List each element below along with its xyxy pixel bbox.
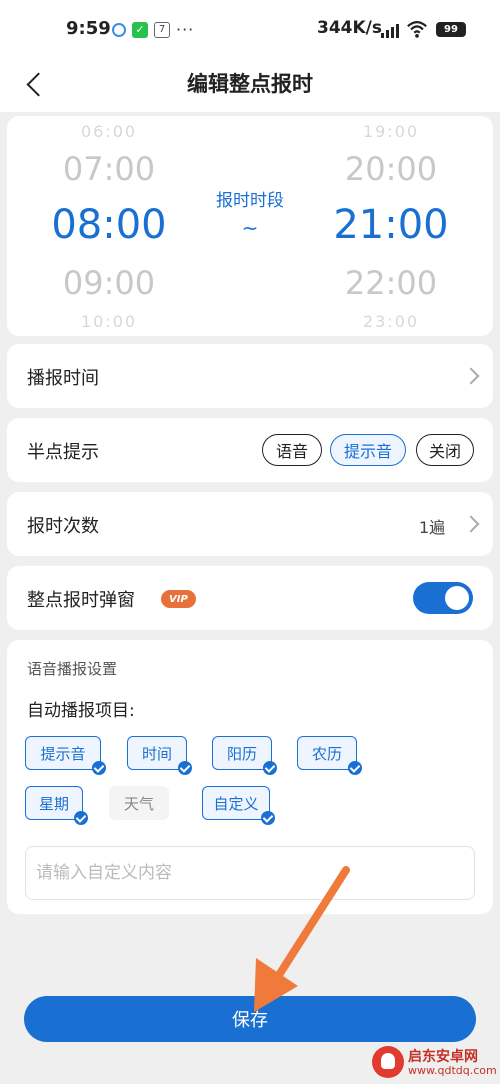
wheel-option[interactable]: 22:00	[311, 264, 471, 302]
section-title: 语音播报设置	[27, 660, 118, 678]
check-icon	[178, 761, 192, 775]
start-hour-selected[interactable]: 08:00	[29, 202, 189, 248]
check-icon	[92, 761, 106, 775]
chevron-right-icon	[462, 515, 480, 533]
option-tone[interactable]: 提示音	[330, 434, 406, 466]
calendar-icon: 7	[154, 21, 170, 38]
chip-label: 星期	[38, 794, 69, 813]
voice-settings-card: 语音播报设置 自动播报项目: 提示音 时间 阳历 农历 星期 天气 自定义	[7, 640, 493, 914]
check-icon	[348, 761, 362, 775]
option-off[interactable]: 关闭	[416, 434, 474, 466]
save-button[interactable]: 保存	[24, 996, 476, 1042]
end-hour-selected[interactable]: 21:00	[311, 202, 471, 248]
chip-time[interactable]: 时间	[127, 736, 192, 775]
check-icon	[74, 811, 88, 825]
chip-custom[interactable]: 自定义	[202, 786, 275, 825]
chip-solar[interactable]: 阳历	[212, 736, 277, 775]
chip-label: 天气	[123, 794, 154, 813]
vip-badge: VIP	[161, 590, 196, 608]
status-icons: ✓ 7 ···	[112, 20, 194, 39]
wheel-option[interactable]: 10:00	[29, 312, 189, 331]
alarm-icon	[112, 22, 126, 37]
wifi-icon	[407, 21, 427, 38]
check-icon	[263, 761, 277, 775]
status-time: 9:59	[66, 18, 111, 39]
chip-label: 农历	[311, 744, 342, 763]
chip-weekday[interactable]: 星期	[25, 786, 88, 825]
chip-label: 自定义	[213, 794, 259, 813]
custom-content-input[interactable]	[25, 846, 475, 900]
chip-weather[interactable]: 天气	[109, 786, 169, 820]
half-hour-label: 半点提示	[27, 442, 99, 463]
more-icon: ···	[176, 20, 195, 39]
repeat-count-row[interactable]: 报时次数 1遍	[7, 492, 493, 556]
popup-row: 整点报时弹窗 VIP	[7, 566, 493, 630]
chip-label: 阳历	[226, 744, 257, 763]
status-bar: 9:59 ✓ 7 ··· 344K/s 99	[0, 0, 500, 60]
half-hour-row: 半点提示 语音 提示音 关闭	[7, 418, 493, 482]
title-bar: 编辑整点报时	[0, 60, 500, 112]
watermark-url: www.qdtdq.com	[408, 1064, 497, 1077]
auto-items-title: 自动播报项目:	[27, 701, 135, 721]
network-speed: 344K/s	[317, 18, 382, 38]
popup-label: 整点报时弹窗	[27, 590, 135, 611]
back-arrow-icon[interactable]	[22, 66, 50, 102]
wechat-icon: ✓	[132, 21, 148, 38]
chip-label: 提示音	[40, 744, 86, 763]
watermark-logo-icon	[372, 1046, 404, 1078]
time-range-picker: 06:00 07:00 08:00 09:00 10:00 报时时段 ~ 19:…	[7, 116, 493, 336]
check-icon	[261, 811, 275, 825]
chip-tone[interactable]: 提示音	[25, 736, 106, 775]
page-title: 编辑整点报时	[187, 72, 313, 96]
chip-label: 时间	[141, 744, 172, 763]
wheel-option[interactable]: 20:00	[311, 150, 471, 188]
chevron-right-icon	[462, 367, 480, 385]
range-separator: ~	[241, 216, 259, 240]
wheel-option[interactable]: 09:00	[29, 264, 189, 302]
broadcast-time-label: 播报时间	[27, 368, 99, 389]
wheel-option[interactable]: 06:00	[29, 122, 189, 141]
signal-icon	[381, 22, 399, 38]
chip-lunar[interactable]: 农历	[297, 736, 362, 775]
wheel-option[interactable]: 23:00	[311, 312, 471, 331]
range-label: 报时时段	[216, 191, 284, 211]
watermark-title: 启东安卓网	[408, 1049, 478, 1065]
wheel-option[interactable]: 19:00	[311, 122, 471, 141]
option-voice[interactable]: 语音	[262, 434, 322, 466]
battery-icon: 99	[436, 22, 466, 37]
watermark: 启东安卓网 www.qdtdq.com	[372, 1044, 497, 1082]
repeat-count-value: 1遍	[419, 518, 446, 537]
popup-toggle[interactable]	[413, 582, 473, 614]
repeat-count-label: 报时次数	[27, 516, 99, 537]
wheel-option[interactable]: 07:00	[29, 150, 189, 188]
broadcast-time-row[interactable]: 播报时间	[7, 344, 493, 408]
